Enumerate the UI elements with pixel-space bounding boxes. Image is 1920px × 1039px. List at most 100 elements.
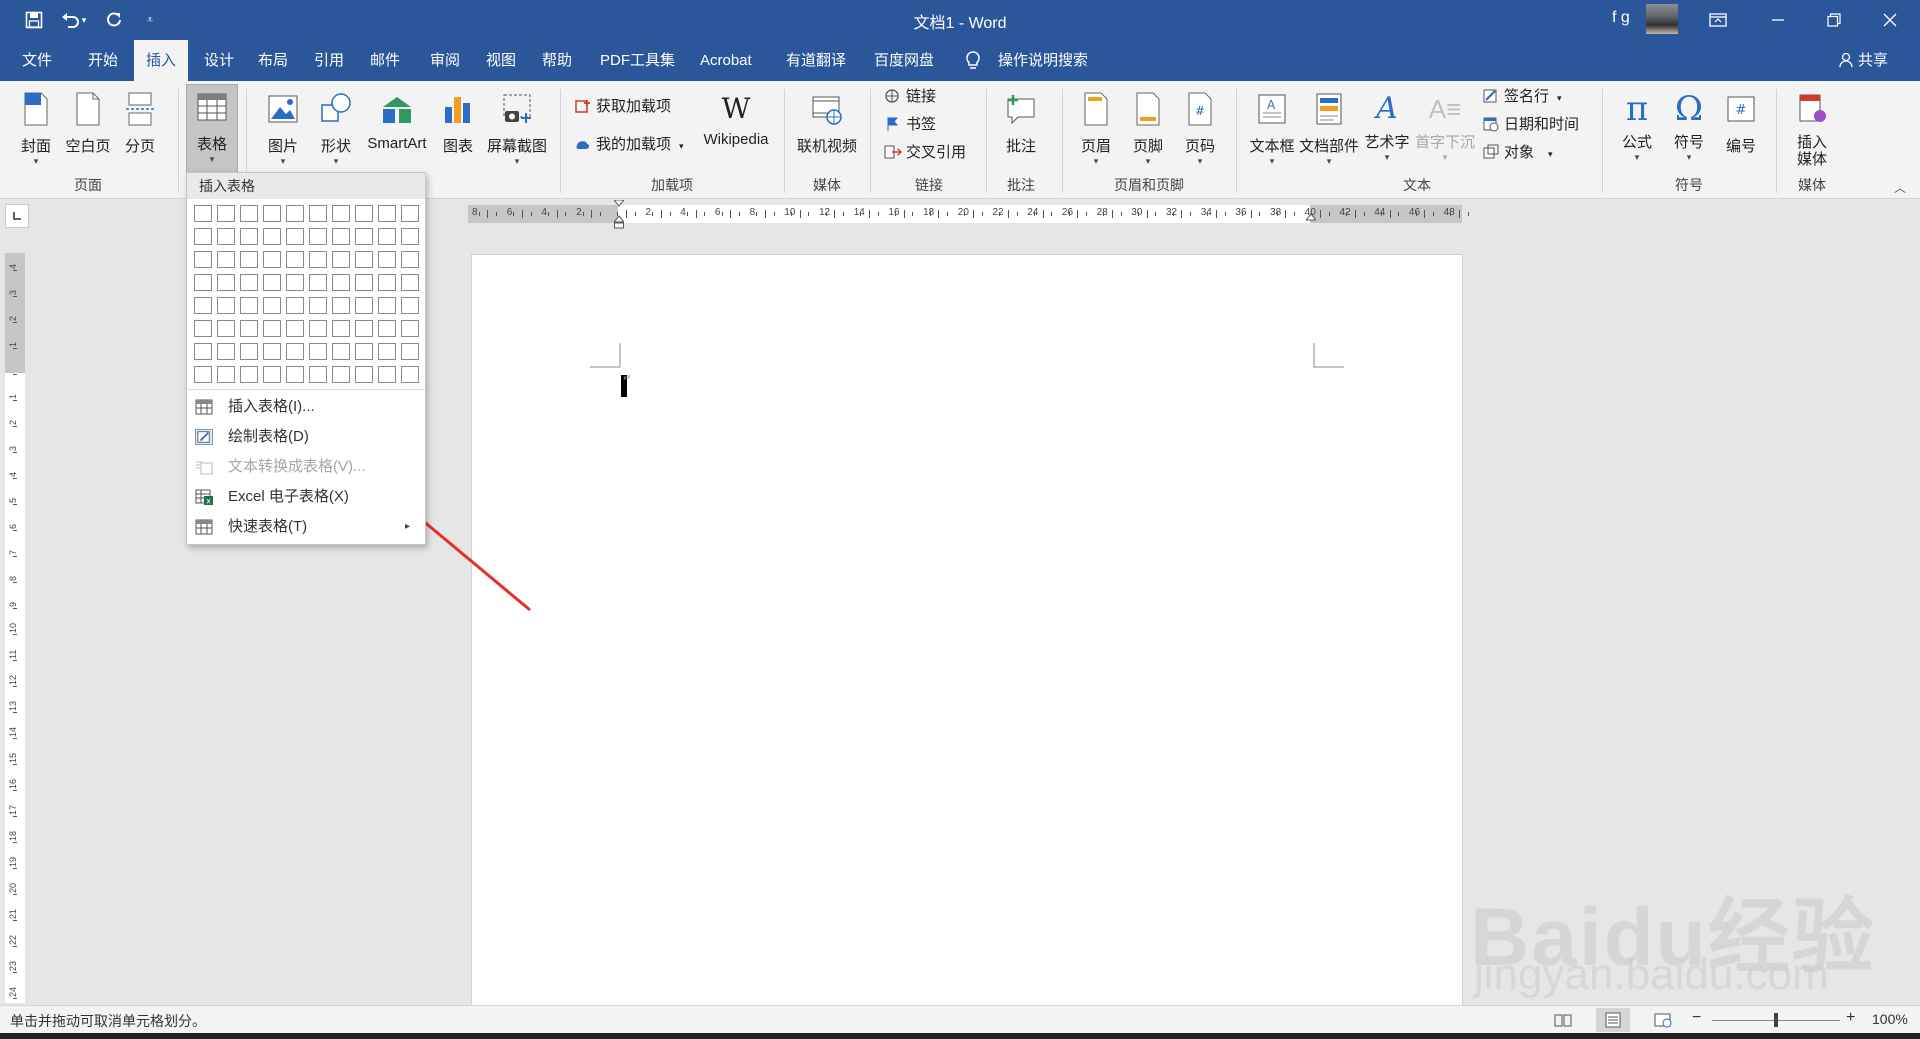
table-grid-cell[interactable] [332,251,350,268]
table-grid-cell[interactable] [194,366,212,383]
table-grid-cell[interactable] [286,274,304,291]
table-grid-cell[interactable] [309,274,327,291]
read-mode-icon[interactable] [1554,1012,1572,1028]
quick-tables-item[interactable]: 快速表格(T) ▸ [187,513,425,541]
table-grid-cell[interactable] [263,205,281,222]
zoom-level[interactable]: 100% [1872,1011,1908,1027]
table-grid-cell[interactable] [217,205,235,222]
table-grid-cell[interactable] [401,251,419,268]
tell-me-search[interactable]: 操作说明搜索 [986,40,1100,81]
table-grid-cell[interactable] [217,343,235,360]
avatar[interactable] [1646,4,1678,34]
table-grid-cell[interactable] [378,274,396,291]
minimize-icon[interactable] [1750,0,1806,40]
textbox-button[interactable]: A 文本框 ▾ [1244,87,1300,187]
table-grid-cell[interactable] [332,228,350,245]
table-grid-cell[interactable] [286,366,304,383]
cover-page-button[interactable]: 封面 ▾ [14,87,58,187]
table-grid-cell[interactable] [309,251,327,268]
table-grid-cell[interactable] [286,297,304,314]
table-grid-cell[interactable] [194,297,212,314]
table-grid-cell[interactable] [240,366,258,383]
table-grid-cell[interactable] [332,343,350,360]
table-grid-cell[interactable] [286,205,304,222]
blank-page-button[interactable]: 空白页 [64,87,112,187]
table-grid-cell[interactable] [240,274,258,291]
table-grid-cell[interactable] [217,251,235,268]
table-grid-cell[interactable] [194,274,212,291]
table-grid-cell[interactable] [263,343,281,360]
table-grid-cell[interactable] [194,205,212,222]
table-grid-cell[interactable] [309,297,327,314]
document-page[interactable]: ↵ [471,254,1463,1016]
table-grid-cell[interactable] [263,251,281,268]
table-grid-cell[interactable] [217,228,235,245]
table-grid-cell[interactable] [309,320,327,337]
bookmark-button[interactable]: 书签 [884,113,936,137]
table-grid-cell[interactable] [217,274,235,291]
table-grid-cell[interactable] [309,205,327,222]
wordart-button[interactable]: A 艺术字 ▾ [1362,87,1412,187]
tab-view[interactable]: 视图 [474,40,528,81]
table-grid-cell[interactable] [401,205,419,222]
table-grid-cell[interactable] [194,343,212,360]
table-grid-cell[interactable] [332,366,350,383]
table-grid-cell[interactable] [355,297,373,314]
table-grid-cell[interactable] [355,366,373,383]
table-grid-cell[interactable] [309,228,327,245]
insert-table-item[interactable]: 插入表格(I)... [187,393,425,421]
table-grid-cell[interactable] [286,343,304,360]
table-grid-cell[interactable] [378,320,396,337]
tab-youdao[interactable]: 有道翻译 [774,40,858,81]
table-grid-cell[interactable] [309,366,327,383]
table-grid-cell[interactable] [378,297,396,314]
table-grid-cell[interactable] [401,228,419,245]
table-grid-cell[interactable] [194,228,212,245]
table-grid-cell[interactable] [240,228,258,245]
table-grid-cell[interactable] [378,366,396,383]
table-grid-cell[interactable] [217,366,235,383]
table-grid-cell[interactable] [332,297,350,314]
table-grid-cell[interactable] [401,274,419,291]
cross-reference-button[interactable]: 交叉引用 [884,141,966,165]
collapse-ribbon-icon[interactable]: ︿ [1894,179,1906,196]
tab-home[interactable]: 开始 [76,40,130,81]
table-grid-cell[interactable] [355,251,373,268]
tab-baidu-netdisk[interactable]: 百度网盘 [862,40,946,81]
web-layout-icon[interactable] [1654,1012,1672,1028]
table-grid-cell[interactable] [355,228,373,245]
zoom-out-button[interactable]: − [1692,1009,1701,1027]
table-grid-cell[interactable] [263,228,281,245]
footer-button[interactable]: 页脚 ▾ [1126,87,1170,187]
tab-insert[interactable]: 插入 [134,40,189,81]
table-grid-cell[interactable] [263,274,281,291]
tab-mailings[interactable]: 邮件 [358,40,412,81]
page-number-button[interactable]: # 页码 ▾ [1178,87,1222,187]
tab-file[interactable]: 文件 [10,40,64,81]
table-grid-cell[interactable] [263,366,281,383]
tab-help[interactable]: 帮助 [530,40,584,81]
tab-pdf-tools[interactable]: PDF工具集 [588,40,687,81]
table-grid-cell[interactable] [378,343,396,360]
table-grid-cell[interactable] [240,205,258,222]
right-indent-marker[interactable] [1304,212,1318,226]
tab-acrobat[interactable]: Acrobat [688,40,764,81]
table-grid-cell[interactable] [332,205,350,222]
print-layout-button[interactable] [1596,1008,1630,1032]
share-button[interactable]: 共享 [1846,40,1900,81]
get-addins-button[interactable]: 获取加载项 [574,95,671,119]
table-grid-cell[interactable] [332,274,350,291]
table-grid-cell[interactable] [263,297,281,314]
online-video-button[interactable]: 联机视频 [794,87,860,187]
link-button[interactable]: 链接 [884,85,936,109]
text-to-table-item[interactable]: 文本转换成表格(V)... [187,453,425,481]
table-grid-cell[interactable] [355,320,373,337]
signature-line-button[interactable]: 签名行 ▾ [1482,85,1562,109]
table-grid-cell[interactable] [401,320,419,337]
insert-media-button[interactable]: 插入 媒体 [1784,87,1840,187]
zoom-in-button[interactable]: + [1846,1009,1855,1027]
table-grid-cell[interactable] [263,320,281,337]
table-button[interactable]: 表格 ▾ [186,84,238,176]
tab-references[interactable]: 引用 [302,40,356,81]
table-grid-cell[interactable] [286,320,304,337]
